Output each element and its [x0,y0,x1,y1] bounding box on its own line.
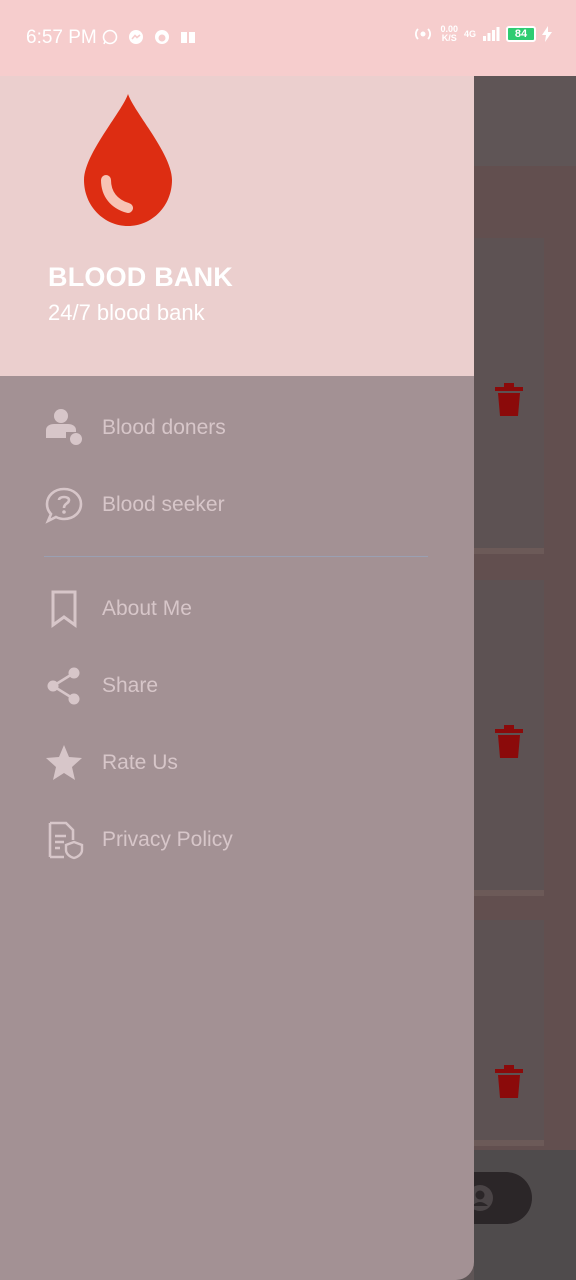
donor-card[interactable] [474,238,544,548]
menu-item-blood-doners[interactable]: Blood doners [0,390,474,466]
menu-item-about-me[interactable]: About Me [0,571,474,647]
person-donor-icon [46,409,82,445]
menu-label: Rate Us [102,751,178,774]
hotspot-icon [415,28,432,40]
app-toolbar [474,64,576,166]
network-speed: 0.00 K/S [440,24,458,43]
menu-label: Privacy Policy [102,828,233,851]
app-title: BLOOD BANK [48,262,233,292]
menu-label: Blood doners [102,416,226,439]
network-type: 4G [463,29,476,39]
book-icon [181,32,195,43]
menu-label: About Me [102,597,192,620]
menu-item-privacy-policy[interactable]: Privacy Policy [0,802,474,878]
question-bubble-icon [45,487,83,524]
policy-document-icon [48,821,84,860]
bookmark-icon [51,590,77,628]
menu-item-rate-us[interactable]: Rate Us [0,725,474,801]
battery-indicator: 84 [506,26,536,42]
trash-icon[interactable] [492,724,526,760]
menu-label: Blood seeker [102,493,225,516]
menu-item-blood-seeker[interactable]: Blood seeker [0,467,474,543]
whatsapp-icon [102,29,118,45]
donor-card[interactable] [474,920,544,1140]
signal-icon [483,27,500,41]
menu-item-share[interactable]: Share [0,648,474,724]
blood-drop-logo [84,94,172,226]
menu-divider [44,556,428,557]
drawer-header: BLOOD BANK 24/7 blood bank [0,64,474,376]
navigation-drawer: BLOOD BANK 24/7 blood bank Blood doners … [0,64,474,1280]
status-time: 6:57 PM [26,27,97,48]
app-subtitle: 24/7 blood bank [48,300,205,325]
app-notification-icon [155,30,169,44]
trash-icon[interactable] [492,1064,526,1100]
charging-icon [542,26,552,42]
donor-card[interactable] [474,580,544,890]
menu-label: Share [102,674,159,697]
messenger-icon [129,30,143,44]
trash-icon[interactable] [492,382,526,418]
status-bar: 6:57 PM 0.00 K/S 4G 84 [0,0,576,76]
share-icon [47,667,80,705]
star-icon [46,745,82,780]
